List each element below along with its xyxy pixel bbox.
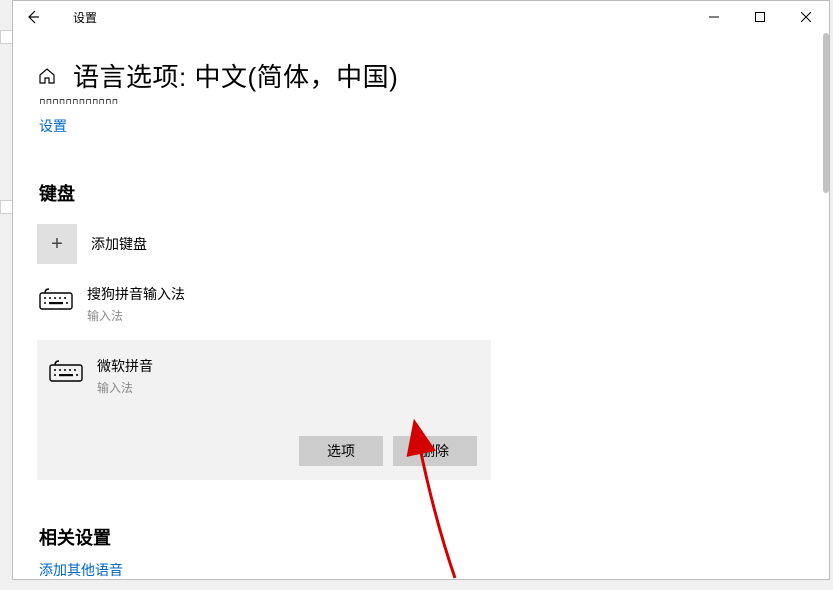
minimize-icon bbox=[709, 12, 719, 22]
content-area: 语言选项: 中文(简体，中国) ▯▯▯▯▯▯▯▯▯▯▯▯ 设置 键盘 + 添加键… bbox=[13, 33, 829, 579]
window-title: 设置 bbox=[73, 9, 97, 26]
add-keyboard-button[interactable]: + bbox=[37, 224, 77, 264]
options-button[interactable]: 选项 bbox=[299, 436, 383, 466]
remove-button[interactable]: 删除 bbox=[393, 436, 477, 466]
keyboard-item[interactable]: 搜狗拼音输入法 输入法 bbox=[37, 274, 805, 334]
page-title: 语言选项: 中文(简体，中国) bbox=[73, 57, 398, 94]
close-button[interactable] bbox=[783, 1, 829, 33]
page-header: 语言选项: 中文(简体，中国) bbox=[37, 57, 805, 94]
home-button[interactable] bbox=[37, 66, 57, 86]
add-other-voice-link[interactable]: 添加其他语音 bbox=[39, 560, 123, 579]
maximize-button[interactable] bbox=[737, 1, 783, 33]
keyboard-text: 微软拼音 输入法 bbox=[97, 356, 153, 396]
minimize-button[interactable] bbox=[691, 1, 737, 33]
keyboard-subtitle: 输入法 bbox=[97, 379, 153, 396]
arrow-left-icon bbox=[25, 9, 41, 25]
keyboard-item-selected[interactable]: 微软拼音 输入法 选项 删除 bbox=[37, 340, 491, 480]
scrollbar-thumb[interactable] bbox=[823, 33, 829, 193]
keyboard-actions: 选项 删除 bbox=[299, 436, 487, 466]
plus-icon: + bbox=[51, 233, 63, 256]
back-button[interactable] bbox=[13, 1, 53, 33]
settings-link[interactable]: 设置 bbox=[39, 116, 67, 136]
home-icon bbox=[37, 66, 57, 86]
background-fragment bbox=[0, 30, 12, 44]
close-icon bbox=[801, 12, 811, 22]
keyboard-name: 搜狗拼音输入法 bbox=[87, 284, 185, 304]
settings-window: 设置 bbox=[12, 0, 830, 580]
background-fragment bbox=[0, 200, 12, 214]
add-keyboard-label: 添加键盘 bbox=[91, 234, 147, 254]
keyboard-name: 微软拼音 bbox=[97, 356, 153, 376]
window-controls bbox=[691, 1, 829, 33]
titlebar: 设置 bbox=[13, 1, 829, 33]
add-keyboard-row[interactable]: + 添加键盘 bbox=[37, 224, 805, 264]
keyboard-icon bbox=[49, 358, 83, 384]
keyboard-subtitle: 输入法 bbox=[87, 307, 185, 324]
truncated-text: ▯▯▯▯▯▯▯▯▯▯▯▯ bbox=[39, 96, 805, 104]
keyboard-text: 搜狗拼音输入法 输入法 bbox=[87, 284, 185, 324]
related-settings-heading: 相关设置 bbox=[39, 524, 805, 550]
keyboard-icon bbox=[39, 286, 73, 312]
maximize-icon bbox=[755, 12, 765, 22]
keyboard-heading: 键盘 bbox=[39, 180, 805, 206]
